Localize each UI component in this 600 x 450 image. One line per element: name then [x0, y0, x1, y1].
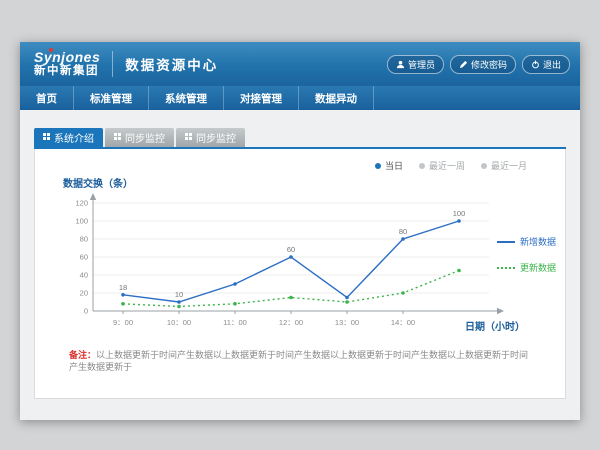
svg-text:100: 100 — [453, 209, 466, 218]
tab-bar: 系统介绍 同步监控 同步监控 — [34, 128, 580, 147]
footnote-text: 以上数据更新于时间产生数据以上数据更新于时间产生数据以上数据更新于时间产生数据以… — [69, 350, 528, 373]
tab-label: 同步监控 — [125, 130, 165, 145]
header-actions: 管理员 修改密码 退出 — [387, 55, 570, 74]
svg-text:120: 120 — [75, 199, 88, 208]
filter-label: 当日 — [385, 159, 403, 172]
svg-text:14：00: 14：00 — [391, 318, 415, 327]
svg-text:60: 60 — [287, 245, 295, 254]
legend-item-new-data[interactable]: 新增数据 — [497, 235, 556, 248]
series-line — [123, 221, 459, 302]
tab-system-intro[interactable]: 系统介绍 — [34, 128, 103, 147]
svg-text:13：00: 13：00 — [335, 318, 359, 327]
svg-text:100: 100 — [75, 217, 88, 226]
svg-text:80: 80 — [399, 227, 407, 236]
line-chart: 0 20 40 60 80 100 120 9：00 10：00 11：00 12：00 13：00 1… — [59, 191, 509, 349]
radio-dot-icon — [419, 163, 425, 169]
user-button[interactable]: 管理员 — [387, 55, 444, 74]
tab-sync-monitor-1[interactable]: 同步监控 — [105, 128, 174, 147]
footnote-prefix: 备注： — [69, 350, 96, 360]
svg-text:10：00: 10：00 — [167, 318, 191, 327]
range-filter-legend: 当日 最近一周 最近一月 — [375, 159, 527, 172]
dotted-line-icon — [497, 267, 515, 269]
change-password-button[interactable]: 修改密码 — [450, 55, 516, 74]
power-icon — [531, 60, 540, 69]
svg-text:80: 80 — [80, 235, 88, 244]
svg-text:18: 18 — [119, 283, 127, 292]
svg-text:20: 20 — [80, 289, 88, 298]
grid-icon — [43, 132, 50, 143]
tab-label: 同步监控 — [196, 130, 236, 145]
logout-button[interactable]: 退出 — [522, 55, 570, 74]
logout-label: 退出 — [543, 58, 561, 71]
filter-label: 最近一月 — [491, 159, 527, 172]
legend-label: 更新数据 — [520, 261, 556, 274]
brand-logo-text: Synjones — [34, 50, 100, 65]
radio-dot-icon — [481, 163, 487, 169]
svg-text:0: 0 — [84, 307, 88, 316]
svg-text:11：00: 11：00 — [223, 318, 247, 327]
solid-line-icon — [497, 241, 515, 243]
brand-logo[interactable]: Synjones 新中新集团 — [34, 50, 100, 78]
pencil-icon — [459, 60, 468, 69]
change-password-label: 修改密码 — [471, 58, 507, 71]
content-area: 系统介绍 同步监控 同步监控 当日 — [20, 110, 580, 420]
brand-logo-subtext: 新中新集团 — [34, 65, 100, 78]
y-axis-title: 数据交换（条） — [63, 175, 133, 190]
chart-panel: 当日 最近一周 最近一月 数据交换（条） 0 20 40 60 80 100 120 9：00… — [34, 149, 566, 399]
radio-dot-icon — [375, 163, 381, 169]
app-window: Synjones 新中新集团 数据资源中心 管理员 修改密码 — [20, 42, 580, 420]
grid-icon — [114, 132, 121, 143]
filter-last-week[interactable]: 最近一周 — [419, 159, 465, 172]
nav-item-home[interactable]: 首页 — [20, 86, 74, 110]
nav-item-connect-mgmt[interactable]: 对接管理 — [224, 86, 299, 110]
nav-item-data-change[interactable]: 数据异动 — [299, 86, 374, 110]
main-nav: 首页 标准管理 系统管理 对接管理 数据异动 — [20, 86, 580, 110]
filter-label: 最近一周 — [429, 159, 465, 172]
app-title: 数据资源中心 — [125, 54, 218, 74]
nav-item-standard-mgmt[interactable]: 标准管理 — [74, 86, 149, 110]
filter-today[interactable]: 当日 — [375, 159, 403, 172]
header-bar: Synjones 新中新集团 数据资源中心 管理员 修改密码 — [20, 42, 580, 86]
series-legend: 新增数据 更新数据 — [497, 235, 556, 274]
grid-icon — [185, 132, 192, 143]
nav-item-system-mgmt[interactable]: 系统管理 — [149, 86, 224, 110]
user-icon — [396, 60, 405, 69]
legend-label: 新增数据 — [520, 235, 556, 248]
svg-text:40: 40 — [80, 271, 88, 280]
user-label: 管理员 — [408, 58, 435, 71]
svg-text:10: 10 — [175, 290, 183, 299]
svg-text:9：00: 9：00 — [113, 318, 133, 327]
footnote: 备注：以上数据更新于时间产生数据以上数据更新于时间产生数据以上数据更新于时间产生… — [69, 349, 535, 374]
tab-sync-monitor-2[interactable]: 同步监控 — [176, 128, 245, 147]
filter-last-month[interactable]: 最近一月 — [481, 159, 527, 172]
legend-item-updated-data[interactable]: 更新数据 — [497, 261, 556, 274]
tab-label: 系统介绍 — [54, 130, 94, 145]
svg-text:12：00: 12：00 — [279, 318, 303, 327]
header-divider — [112, 51, 113, 77]
logo-accent-dot — [49, 48, 53, 52]
x-axis-title: 日期（小时） — [465, 318, 525, 333]
svg-text:60: 60 — [80, 253, 88, 262]
